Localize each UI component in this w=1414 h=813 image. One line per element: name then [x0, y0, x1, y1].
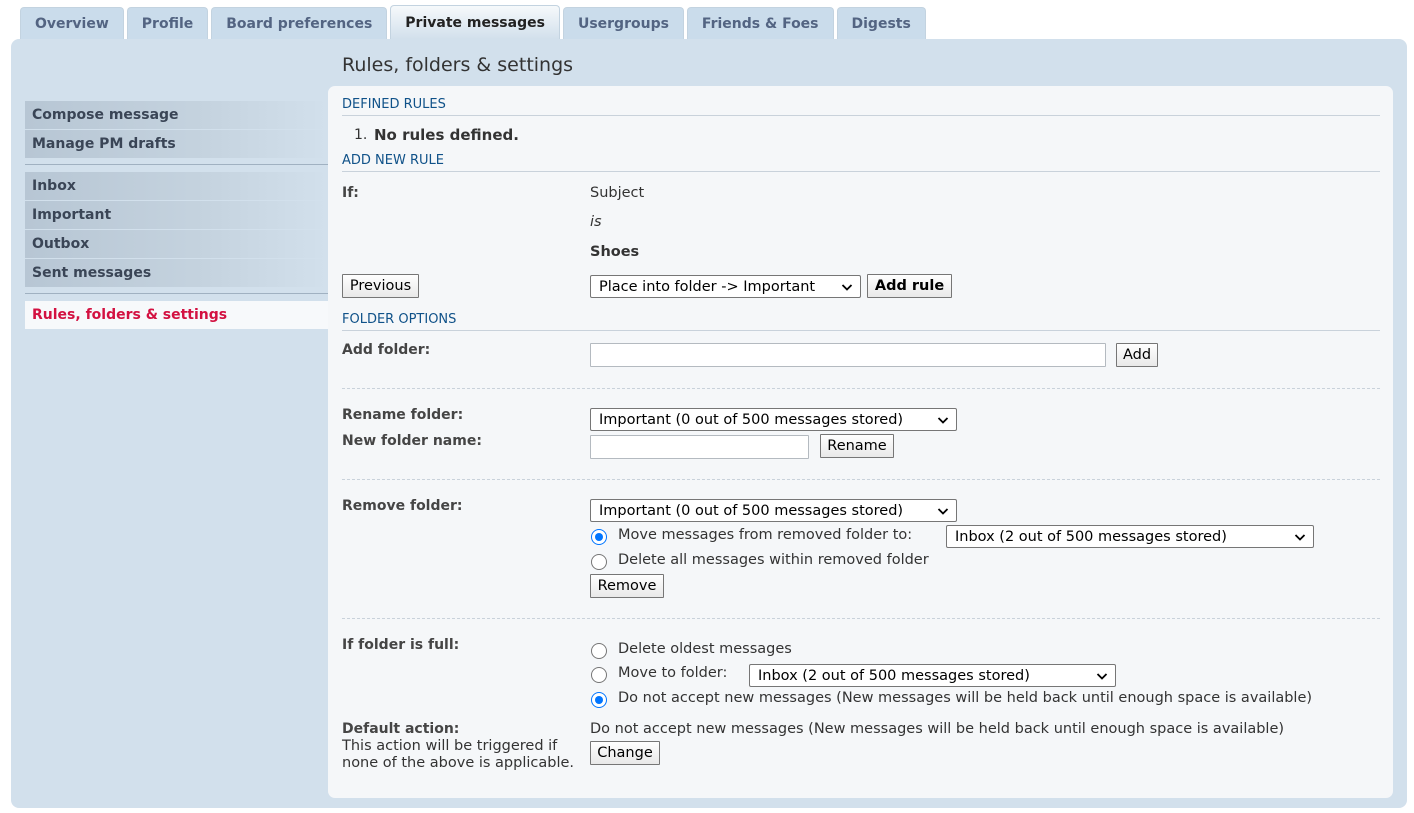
sidebar: Compose message Manage PM drafts Inbox I… [25, 101, 328, 330]
chevron-down-icon [937, 417, 949, 424]
chevron-down-icon [1294, 534, 1306, 541]
remove-folder-label: Remove folder: [342, 498, 463, 514]
move-messages-radio[interactable] [591, 529, 607, 545]
rule-action-select[interactable]: Place into folder -> Important [590, 275, 861, 298]
tab-board-preferences[interactable]: Board preferences [211, 7, 388, 39]
add-folder-input[interactable] [590, 343, 1106, 367]
delete-oldest-label: Delete oldest messages [618, 641, 792, 657]
folder-full-label: If folder is full: [342, 637, 460, 653]
delete-messages-radio[interactable] [591, 554, 607, 570]
tab-overview[interactable]: Overview [20, 7, 124, 39]
sidebar-item-important[interactable]: Important [25, 201, 328, 229]
tab-friends-foes[interactable]: Friends & Foes [686, 7, 834, 39]
rule-action-select-value: Place into folder -> Important [599, 278, 816, 295]
sidebar-item-outbox[interactable]: Outbox [25, 230, 328, 258]
chevron-down-icon [841, 284, 853, 291]
sidebar-divider [25, 293, 328, 294]
move-to-folder-label: Move to folder: [618, 665, 728, 681]
remove-folder-select-value: Important (0 out of 500 messages stored) [599, 502, 904, 519]
move-to-folder-radio[interactable] [591, 667, 607, 683]
if-label: If: [342, 185, 359, 201]
change-button[interactable]: Change [590, 741, 660, 765]
add-rule-button[interactable]: Add rule [867, 274, 952, 298]
rename-button[interactable]: Rename [820, 434, 894, 458]
reject-messages-radio[interactable] [591, 692, 607, 708]
divider [342, 618, 1380, 619]
sidebar-item-inbox[interactable]: Inbox [25, 172, 328, 200]
remove-button[interactable]: Remove [590, 574, 664, 598]
default-action-explain: This action will be triggered if none of… [342, 738, 575, 771]
defined-rules-heading: DEFINED RULES [342, 97, 1380, 116]
move-target-select[interactable]: Inbox (2 out of 500 messages stored) [946, 525, 1314, 548]
rename-folder-select[interactable]: Important (0 out of 500 messages stored) [590, 408, 957, 431]
move-messages-label: Move messages from removed folder to: [618, 527, 913, 543]
rule-field-value: Subject [590, 185, 645, 201]
tab-profile[interactable]: Profile [126, 7, 209, 39]
add-rule-heading: ADD NEW RULE [342, 153, 1380, 172]
default-action-label: Default action: [342, 721, 460, 737]
new-folder-name-label: New folder name: [342, 433, 482, 449]
rename-folder-label: Rename folder: [342, 407, 464, 423]
sidebar-divider [25, 164, 328, 165]
previous-button[interactable]: Previous [342, 274, 419, 298]
divider [342, 479, 1380, 480]
sidebar-item-compose-message[interactable]: Compose message [25, 101, 328, 129]
add-folder-button[interactable]: Add [1116, 343, 1158, 367]
add-folder-label: Add folder: [342, 342, 431, 358]
delete-messages-label: Delete all messages within removed folde… [618, 552, 929, 568]
tab-bar: Overview Profile Board preferences Priva… [20, 5, 929, 39]
full-move-target-select[interactable]: Inbox (2 out of 500 messages stored) [749, 664, 1116, 687]
delete-oldest-radio[interactable] [591, 643, 607, 659]
tab-private-messages[interactable]: Private messages [390, 5, 560, 39]
tab-digests[interactable]: Digests [836, 7, 926, 39]
remove-folder-select[interactable]: Important (0 out of 500 messages stored) [590, 499, 957, 522]
default-action-value: Do not accept new messages (New messages… [590, 721, 1285, 737]
move-target-select-value: Inbox (2 out of 500 messages stored) [955, 528, 1227, 545]
page-title: Rules, folders & settings [342, 54, 574, 76]
chevron-down-icon [937, 508, 949, 515]
divider [342, 388, 1380, 389]
new-folder-name-input[interactable] [590, 435, 809, 459]
full-move-target-select-value: Inbox (2 out of 500 messages stored) [758, 667, 1030, 684]
rename-folder-select-value: Important (0 out of 500 messages stored) [599, 411, 904, 428]
rule-match-value: Shoes [590, 244, 640, 260]
reject-messages-label: Do not accept new messages (New messages… [618, 690, 1313, 706]
rule-operator-value: is [590, 214, 602, 230]
no-rules-text: No rules defined. [374, 126, 519, 144]
sidebar-item-manage-pm-drafts[interactable]: Manage PM drafts [25, 130, 328, 158]
chevron-down-icon [1096, 673, 1108, 680]
folder-options-heading: FOLDER OPTIONS [342, 312, 1380, 331]
sidebar-item-rules-folders-settings[interactable]: Rules, folders & settings [25, 301, 328, 329]
rule-list-number: 1. [354, 127, 368, 143]
tab-usergroups[interactable]: Usergroups [562, 7, 684, 39]
sidebar-item-sent-messages[interactable]: Sent messages [25, 259, 328, 287]
